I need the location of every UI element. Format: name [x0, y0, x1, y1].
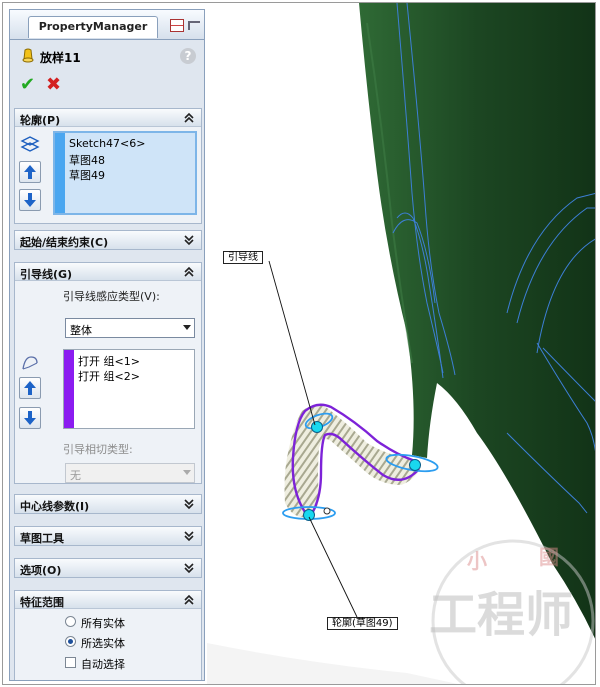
- expand-chevron-icon: [184, 235, 194, 246]
- list-item[interactable]: 草图48: [69, 152, 105, 168]
- arrow-down-icon: [24, 193, 36, 207]
- dropdown-arrow-icon: [183, 470, 191, 475]
- sketch-tools-section-header[interactable]: 草图工具: [15, 527, 201, 545]
- graphics-viewport[interactable]: 引导线 轮廓(草图49): [207, 3, 596, 685]
- expand-chevron-icon: [184, 531, 194, 542]
- cancel-button[interactable]: ✖: [46, 76, 64, 94]
- panel-tab-bar: PropertyManager: [10, 10, 204, 40]
- guide-move-up-button[interactable]: [19, 377, 41, 399]
- guide-tangency-label: 引导相切类型:: [63, 443, 133, 456]
- feature-scope-section-header[interactable]: 特征范围: [15, 591, 201, 609]
- options-section-title: 选项(O): [20, 564, 62, 577]
- guide-tangency-value: 无: [70, 469, 81, 482]
- help-button[interactable]: ?: [180, 48, 196, 64]
- start-end-section-title: 起始/结束约束(C): [20, 236, 109, 249]
- split-panel-icon[interactable]: [170, 19, 184, 32]
- panel-tab-controls: [168, 18, 202, 34]
- model-canvas[interactable]: [207, 3, 596, 685]
- arrow-up-icon: [24, 381, 36, 395]
- arrow-down-icon: [24, 411, 36, 425]
- radio-all-bodies-control[interactable]: [65, 616, 76, 627]
- guide-curve-selector-icon: [22, 356, 38, 370]
- profile-selector-icon: [20, 136, 40, 152]
- radio-selected-bodies-label: 所选实体: [81, 637, 125, 650]
- guide-curve-callout[interactable]: 引导线: [223, 251, 263, 264]
- list-item[interactable]: 草图49: [69, 167, 105, 183]
- feature-header: 放样11 ?: [10, 44, 204, 70]
- start-end-section-header[interactable]: 起始/结束约束(C): [15, 231, 201, 249]
- centerline-params-section: 中心线参数(I): [14, 494, 202, 514]
- guide-influence-select[interactable]: 整体: [65, 318, 195, 338]
- profile-list[interactable]: Sketch47<6> 草图48 草图49: [53, 131, 197, 215]
- move-up-button[interactable]: [19, 161, 41, 183]
- sketch-tools-section-title: 草图工具: [20, 532, 64, 545]
- centerline-section-header[interactable]: 中心线参数(I): [15, 495, 201, 513]
- sketch-tools-section: 草图工具: [14, 526, 202, 546]
- profile-section-header[interactable]: 轮廓(P): [15, 109, 201, 127]
- guide-section-header[interactable]: 引导线(G): [15, 263, 201, 281]
- guide-curves-section: 引导线(G) 引导线感应类型(V): 整体 打开 组<1> 打开 组<2> 引导…: [14, 262, 202, 484]
- list-item[interactable]: Sketch47<6>: [69, 137, 146, 150]
- guide-list-stripe: [64, 350, 74, 428]
- list-item[interactable]: 打开 组<1>: [78, 353, 140, 369]
- collapse-chevron-icon: [184, 112, 194, 123]
- guide-influence-value: 整体: [70, 324, 92, 337]
- dropdown-arrow-icon: [183, 325, 191, 330]
- collapse-chevron-icon: [184, 594, 194, 605]
- property-manager-panel: PropertyManager 放样11 ? ✔ ✖ 轮廓(P) Sketch4…: [9, 9, 205, 681]
- expand-chevron-icon: [184, 563, 194, 574]
- guide-curve-list[interactable]: 打开 组<1> 打开 组<2>: [63, 349, 195, 429]
- expand-chevron-icon: [184, 499, 194, 510]
- screenshot-frame: PropertyManager 放样11 ? ✔ ✖ 轮廓(P) Sketch4…: [2, 2, 596, 685]
- tab-property-manager[interactable]: PropertyManager: [28, 16, 158, 38]
- options-section: 选项(O): [14, 558, 202, 578]
- feature-title: 放样11: [40, 51, 81, 65]
- profile-callout[interactable]: 轮廓(草图49): [327, 617, 398, 630]
- confirm-row: ✔ ✖: [10, 72, 204, 98]
- collapse-chevron-icon: [184, 266, 194, 277]
- move-down-button[interactable]: [19, 189, 41, 211]
- ok-button[interactable]: ✔: [20, 76, 38, 94]
- start-end-constraints-section: 起始/结束约束(C): [14, 230, 202, 250]
- auto-select-checkbox-control[interactable]: [65, 657, 76, 668]
- guide-section-title: 引导线(G): [20, 268, 73, 281]
- feature-scope-section: 特征范围 所有实体 所选实体 自动选择: [14, 590, 202, 680]
- list-item[interactable]: 打开 组<2>: [78, 368, 140, 384]
- guide-influence-label: 引导线感应类型(V):: [63, 290, 160, 303]
- guide-tangency-select[interactable]: 无: [65, 463, 195, 483]
- options-section-header[interactable]: 选项(O): [15, 559, 201, 577]
- feature-scope-section-title: 特征范围: [20, 596, 64, 609]
- profile-section: 轮廓(P) Sketch47<6> 草图48 草图49: [14, 108, 202, 224]
- guide-move-down-button[interactable]: [19, 407, 41, 429]
- radio-all-bodies-label: 所有实体: [81, 617, 125, 630]
- arrow-up-icon: [24, 165, 36, 179]
- pin-icon[interactable]: [188, 21, 200, 30]
- loft-feature-icon: [22, 48, 34, 63]
- profile-section-title: 轮廓(P): [20, 114, 61, 127]
- auto-select-label: 自动选择: [81, 658, 125, 671]
- centerline-section-title: 中心线参数(I): [20, 500, 90, 513]
- profile-list-stripe: [55, 133, 65, 213]
- radio-selected-bodies-control[interactable]: [65, 636, 76, 647]
